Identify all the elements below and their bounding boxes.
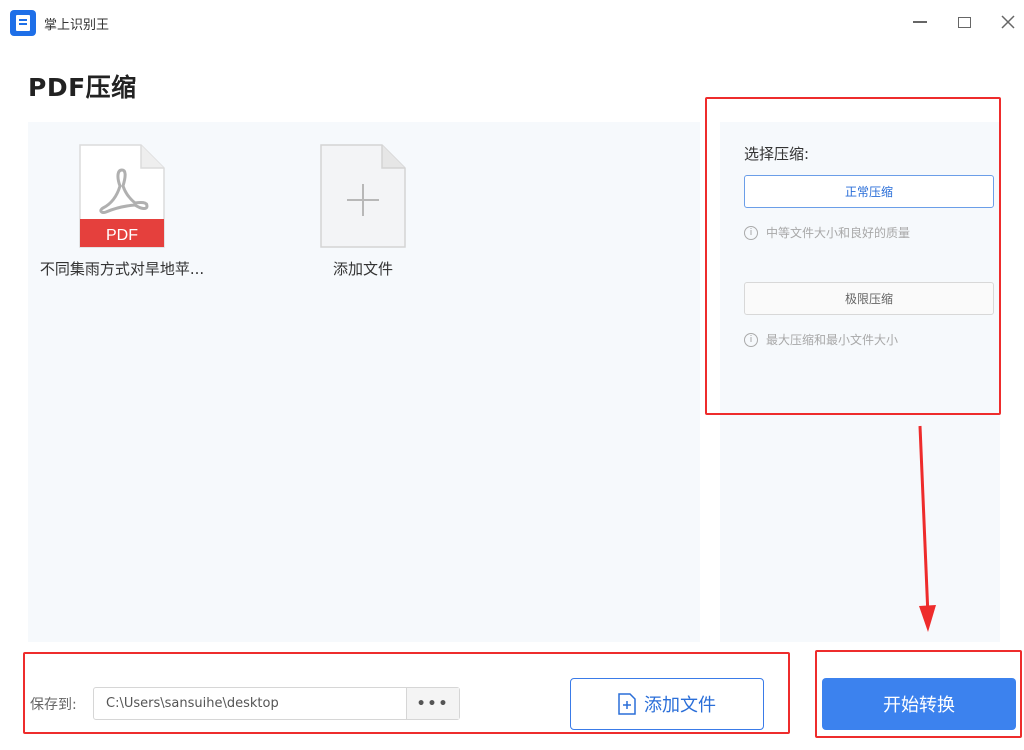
max-compression-hint: i 最大压缩和最小文件大小 (744, 331, 898, 348)
minimize-button[interactable] (906, 8, 934, 36)
save-path-input[interactable] (94, 688, 406, 719)
pdf-badge: PDF (106, 227, 138, 244)
title-bar: 掌上识别王 (0, 0, 1024, 44)
info-icon: i (744, 225, 758, 240)
file-item[interactable]: PDF 不同集雨方式对旱地苹... (32, 144, 212, 279)
compression-options-title: 选择压缩: (744, 145, 810, 163)
app-logo-icon (10, 10, 36, 36)
normal-compression-hint: i 中等文件大小和良好的质量 (744, 224, 910, 241)
save-path-box: ••• (93, 687, 460, 720)
maximize-icon (957, 16, 971, 28)
browse-button[interactable]: ••• (406, 688, 459, 719)
info-icon: i (744, 332, 758, 347)
pdf-file-icon: PDF (79, 144, 165, 248)
add-file-plus-icon (320, 144, 406, 248)
normal-hint-text: 中等文件大小和良好的质量 (766, 226, 911, 240)
max-compression-button[interactable]: 极限压缩 (744, 282, 994, 315)
close-icon (1001, 15, 1015, 29)
file-name: 不同集雨方式对旱地苹... (39, 260, 205, 278)
normal-compression-button[interactable]: 正常压缩 (744, 175, 994, 208)
file-drop-area[interactable]: PDF 不同集雨方式对旱地苹... 添加文件 (28, 122, 700, 642)
max-hint-text: 最大压缩和最小文件大小 (766, 333, 899, 347)
add-file-tile[interactable]: 添加文件 (298, 144, 428, 279)
start-conversion-button[interactable]: 开始转换 (822, 678, 1016, 730)
close-button[interactable] (994, 8, 1022, 36)
save-to-label: 保存到: (30, 697, 77, 713)
app-title: 掌上识别王 (44, 18, 110, 33)
add-file-icon (618, 693, 636, 715)
add-file-button[interactable]: 添加文件 (570, 678, 764, 730)
maximize-button[interactable] (950, 8, 978, 36)
minimize-icon (913, 21, 927, 23)
annotation-arrow (918, 425, 936, 632)
add-file-button-label: 添加文件 (644, 695, 716, 716)
page-title: PDF压缩 (28, 73, 137, 102)
add-file-label: 添加文件 (332, 260, 393, 278)
